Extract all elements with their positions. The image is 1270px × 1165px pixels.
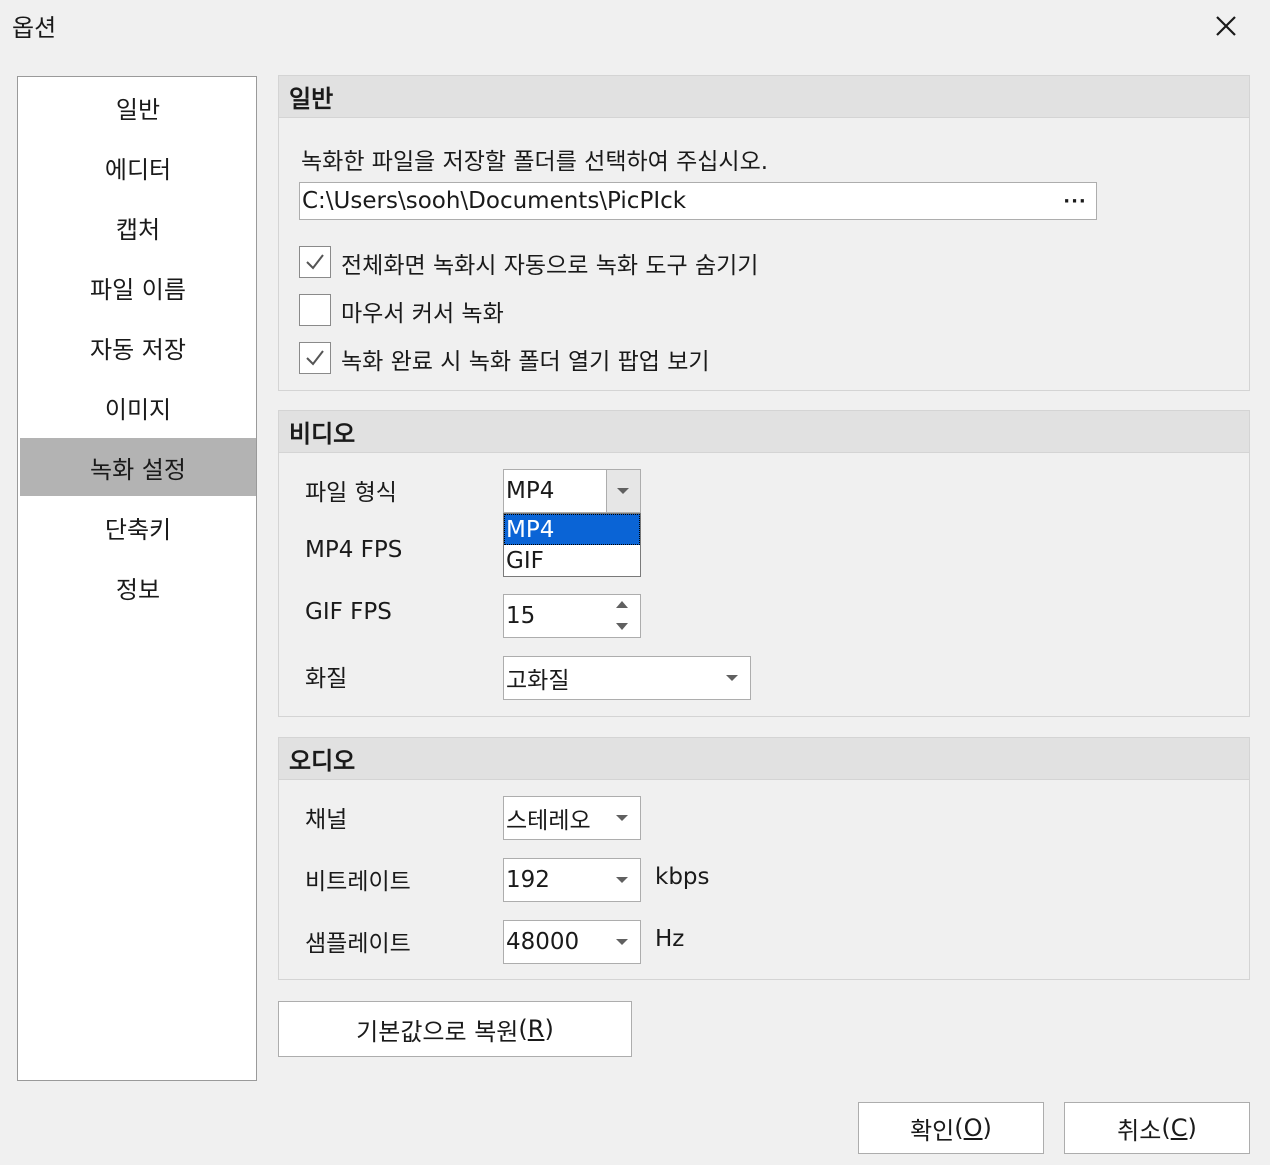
record-cursor-label: 마우서 커서 녹화 — [341, 301, 504, 327]
bitrate-value: 192 — [506, 867, 550, 893]
channel-value: 스테레오 — [506, 808, 591, 834]
reset-accel-key: R — [527, 1015, 545, 1043]
sidebar-item-shortcuts[interactable]: 단축키 — [20, 498, 256, 556]
bitrate-label: 비트레이트 — [305, 869, 411, 895]
audio-heading: 오디오 — [279, 738, 1249, 780]
chevron-down-icon — [616, 877, 628, 883]
ok-label: 확인 — [910, 1116, 955, 1145]
folder-path-text: C:\Users\sooh\Documents\PicPIck — [302, 188, 687, 214]
samplerate-select[interactable]: 48000 — [503, 920, 641, 964]
record-cursor-checkbox[interactable] — [299, 294, 331, 326]
chevron-down-icon — [616, 939, 628, 945]
ok-accel-key: O — [963, 1114, 983, 1142]
ok-button[interactable]: 확인(O) — [858, 1102, 1044, 1154]
cancel-button[interactable]: 취소(C) — [1064, 1102, 1250, 1154]
video-group: 비디오 파일 형식 MP4 MP4 GIF MP4 FPS GIF FPS 15… — [278, 410, 1250, 717]
channel-label: 채널 — [305, 807, 348, 833]
file-format-select[interactable]: MP4 — [503, 469, 641, 513]
cancel-accel-key: C — [1170, 1114, 1188, 1142]
category-list: 일반 에디터 캡처 파일 이름 자동 저장 이미지 녹화 설정 단축키 정보 — [17, 76, 257, 1081]
reset-label: 기본값으로 복원 — [356, 1017, 519, 1046]
browse-button[interactable]: ··· — [1060, 191, 1090, 212]
gif-fps-value: 15 — [506, 603, 536, 629]
mp4-fps-label: MP4 FPS — [305, 537, 403, 563]
open-folder-popup-checkbox[interactable] — [299, 342, 331, 374]
sidebar-item-editor[interactable]: 에디터 — [20, 138, 256, 196]
spin-up-icon[interactable] — [616, 601, 628, 608]
gif-fps-label: GIF FPS — [305, 599, 392, 625]
samplerate-value: 48000 — [506, 929, 580, 955]
checkmark-icon — [306, 254, 324, 270]
sidebar-item-image[interactable]: 이미지 — [20, 378, 256, 436]
hide-toolbar-label: 전체화면 녹화시 자동으로 녹화 도구 숨기기 — [341, 253, 759, 279]
bitrate-select[interactable]: 192 — [503, 858, 641, 902]
video-heading: 비디오 — [279, 411, 1249, 453]
file-format-dropdown-list: MP4 GIF — [503, 513, 641, 577]
sidebar-item-general[interactable]: 일반 — [20, 78, 256, 136]
chevron-down-icon — [616, 815, 628, 821]
file-format-value: MP4 — [506, 478, 555, 504]
close-button[interactable] — [1206, 6, 1246, 46]
audio-group: 오디오 채널 스테레오 비트레이트 192 kbps 샘플레이트 48000 H… — [278, 737, 1250, 980]
quality-label: 화질 — [305, 666, 348, 692]
samplerate-unit: Hz — [655, 926, 685, 952]
sidebar-item-recording[interactable]: 녹화 설정 — [20, 438, 256, 496]
cancel-label: 취소 — [1117, 1116, 1162, 1145]
dropdown-option-mp4[interactable]: MP4 — [504, 514, 640, 545]
folder-prompt: 녹화한 파일을 저장할 폴더를 선택하여 주십시오. — [301, 149, 769, 175]
file-format-label: 파일 형식 — [305, 480, 397, 506]
sidebar-item-capture[interactable]: 캡처 — [20, 198, 256, 256]
checkmark-icon — [306, 350, 324, 366]
spin-down-icon[interactable] — [616, 623, 628, 630]
quality-select[interactable]: 고화질 — [503, 656, 751, 700]
sidebar-item-info[interactable]: 정보 — [20, 558, 256, 616]
close-icon — [1216, 16, 1236, 36]
reset-defaults-button[interactable]: 기본값으로 복원(R) — [278, 1001, 632, 1057]
sidebar-item-file-name[interactable]: 파일 이름 — [20, 258, 256, 316]
open-folder-popup-label: 녹화 완료 시 녹화 폴더 열기 팝업 보기 — [341, 349, 710, 375]
channel-select[interactable]: 스테레오 — [503, 796, 641, 840]
hide-toolbar-checkbox[interactable] — [299, 246, 331, 278]
quality-value: 고화질 — [506, 668, 570, 694]
chevron-down-icon — [617, 488, 629, 494]
bitrate-unit: kbps — [655, 864, 710, 890]
chevron-down-icon — [726, 675, 738, 681]
window-title: 옵션 — [12, 14, 57, 42]
sidebar-item-auto-save[interactable]: 자동 저장 — [20, 318, 256, 376]
samplerate-label: 샘플레이트 — [305, 931, 411, 957]
dropdown-option-gif[interactable]: GIF — [504, 545, 640, 576]
folder-path-field[interactable]: C:\Users\sooh\Documents\PicPIck ··· — [299, 182, 1097, 220]
gif-fps-stepper[interactable]: 15 — [503, 594, 641, 638]
general-heading: 일반 — [279, 76, 1249, 118]
general-group: 일반 녹화한 파일을 저장할 폴더를 선택하여 주십시오. C:\Users\s… — [278, 75, 1250, 391]
